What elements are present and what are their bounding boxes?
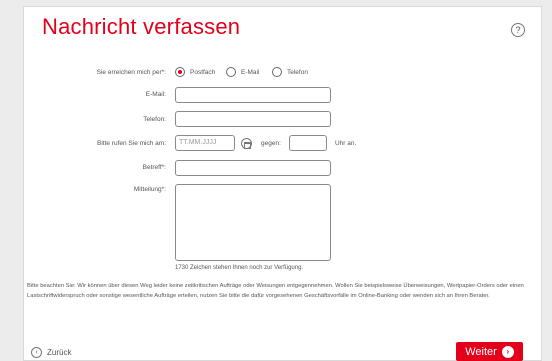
chevron-left-circle-icon: ‹ bbox=[31, 347, 42, 358]
back-label: Zurück bbox=[47, 348, 72, 357]
radio-telefon[interactable] bbox=[272, 67, 282, 77]
calendar-icon[interactable] bbox=[241, 138, 252, 149]
notice-text: Bitte beachten Sie: Wir können über dies… bbox=[27, 283, 524, 299]
subject-field[interactable] bbox=[175, 160, 331, 176]
phone-field[interactable] bbox=[175, 111, 331, 127]
contact-method-label: Sie erreichen mich per*: bbox=[96, 69, 166, 76]
callback-time-suffix: Uhr an. bbox=[335, 140, 357, 147]
callback-time-field[interactable] bbox=[289, 135, 327, 151]
char-counter: 1730 Zeichen stehen Ihnen noch zur Verfü… bbox=[175, 265, 304, 271]
email-label: E-Mail: bbox=[145, 91, 166, 98]
subject-label: Betreff*: bbox=[142, 164, 166, 171]
radio-telefon-label: Telefon bbox=[287, 69, 308, 76]
page-title: Nachricht verfassen bbox=[42, 14, 241, 39]
next-button[interactable]: Weiter › bbox=[456, 342, 523, 361]
email-field[interactable] bbox=[175, 87, 331, 103]
radio-email[interactable] bbox=[226, 67, 236, 77]
radio-email-label: E-Mail bbox=[241, 69, 260, 76]
radio-postfach-label: Postfach bbox=[190, 69, 216, 76]
back-link[interactable]: ‹ Zurück bbox=[31, 347, 71, 358]
message-label: Mitteilung*: bbox=[133, 186, 166, 193]
callback-date-label: Bitte rufen Sie mich am: bbox=[97, 140, 166, 147]
callback-date-field[interactable]: TT.MM.JJJJ bbox=[175, 135, 235, 151]
phone-label: Telefon: bbox=[143, 116, 166, 123]
help-icon[interactable]: ? bbox=[511, 23, 525, 37]
radio-postfach[interactable] bbox=[175, 67, 185, 77]
chevron-right-circle-icon: › bbox=[501, 345, 514, 358]
callback-time-label: gegen: bbox=[261, 140, 281, 147]
message-textarea[interactable] bbox=[175, 184, 331, 261]
next-label: Weiter bbox=[465, 345, 497, 358]
